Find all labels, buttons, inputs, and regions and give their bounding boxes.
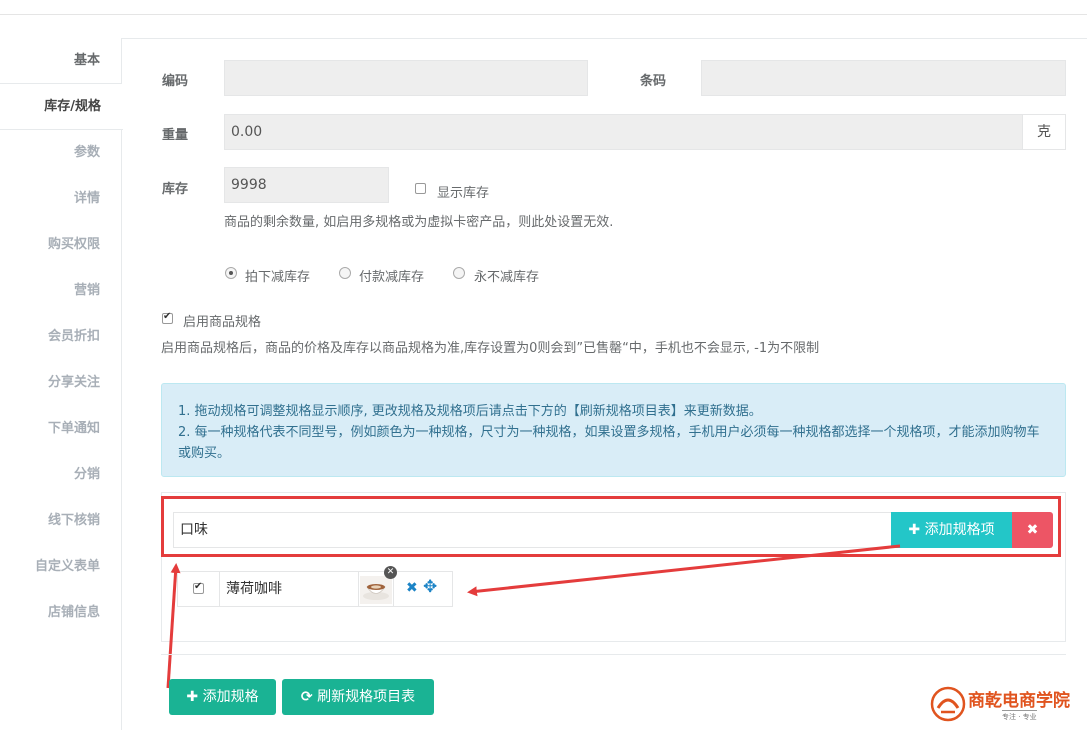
enable-spec-label: 启用商品规格 [183,315,262,330]
refresh-spec-table-button[interactable]: ⟳ 刷新规格项目表 [282,679,434,715]
weight-input[interactable]: 0.00 [224,114,1023,150]
tab-offline-verify[interactable]: 线下核销 [0,498,122,544]
barcode-label: 条码 [640,74,667,89]
coffee-thumbnail [360,576,392,604]
highlight-box [161,496,1061,557]
watermark-title: 商乾电商学院 [968,691,1070,711]
logo-emblem-icon [930,686,966,722]
watermark-logo: 商乾电商学院 专注 · 专业 [930,684,1080,724]
bottom-divider [161,654,1066,655]
remove-item-icon[interactable]: ✖ [406,580,418,596]
refresh-spec-label: 刷新规格项目表 [317,689,416,705]
barcode-input[interactable] [701,60,1066,96]
code-input[interactable] [224,60,588,96]
tab-stock-spec[interactable]: 库存/规格 [0,84,123,130]
never-deduct-label: 永不减库存 [474,270,540,285]
never-deduct-radio[interactable] [453,267,465,279]
enable-spec-checkbox[interactable] [162,311,173,324]
add-spec-button[interactable]: ✚ 添加规格 [169,679,276,715]
enable-spec-help: 启用商品规格后，商品的价格及库存以商品规格为准,库存设置为0则会到”已售罄“中，… [161,341,820,356]
deduct-on-payment-radio[interactable] [339,267,351,279]
deduct-on-order-label: 拍下减库存 [245,270,311,285]
alert-line-1: 1. 拖动规格可调整规格显示顺序, 更改规格及规格项后请点击下方的【刷新规格项目… [178,404,762,419]
weight-label: 重量 [162,128,189,143]
tab-distribution[interactable]: 分销 [0,452,122,498]
spec-item-actions: ✖ ✥ [393,571,453,607]
code-label: 编码 [162,74,189,89]
stock-label: 库存 [162,182,189,197]
tab-purchase-permission[interactable]: 购买权限 [0,222,122,268]
tab-member-discount[interactable]: 会员折扣 [0,314,122,360]
plus-icon: ✚ [186,689,199,705]
weight-unit: 克 [1022,114,1066,150]
tab-custom-form[interactable]: 自定义表单 [0,544,122,590]
content-top-border [122,38,1087,39]
tab-shop-info[interactable]: 店铺信息 [0,590,122,636]
spec-item-check-cell [177,571,220,607]
top-divider [0,14,1087,15]
tab-order-notify[interactable]: 下单通知 [0,406,122,452]
tab-marketing[interactable]: 营销 [0,268,122,314]
stock-input[interactable]: 9998 [224,167,389,203]
spec-info-alert: 1. 拖动规格可调整规格显示顺序, 更改规格及规格项后请点击下方的【刷新规格项目… [161,383,1066,477]
tab-share-follow[interactable]: 分享关注 [0,360,122,406]
show-stock-label: 显示库存 [437,186,490,201]
stock-help-text: 商品的剩余数量, 如启用多规格或为虚拟卡密产品，则此处设置无效. [224,215,614,230]
deduct-on-order-radio[interactable] [225,267,237,279]
tab-basic[interactable]: 基本 [0,38,122,84]
refresh-icon: ⟳ [300,689,313,705]
tab-details[interactable]: 详情 [0,176,122,222]
add-spec-label: 添加规格 [202,689,259,705]
sidebar-tabs: 基本 库存/规格 参数 详情 购买权限 营销 会员折扣 分享关注 下单通知 分销… [0,38,123,730]
show-stock-checkbox[interactable] [415,183,426,194]
tab-params[interactable]: 参数 [0,130,122,176]
spec-item-checkbox[interactable] [193,581,204,594]
remove-thumb-icon[interactable]: ✕ [384,566,397,579]
watermark-subtitle: 专注 · 专业 [1002,710,1037,722]
alert-line-2: 2. 每一种规格代表不同型号，例如颜色为一种规格，尺寸为一种规格，如果设置多规格… [178,425,1040,461]
spec-item-name-input[interactable]: 薄荷咖啡 [219,571,359,607]
move-icon[interactable]: ✥ [423,577,437,597]
deduct-on-payment-label: 付款减库存 [359,270,425,285]
